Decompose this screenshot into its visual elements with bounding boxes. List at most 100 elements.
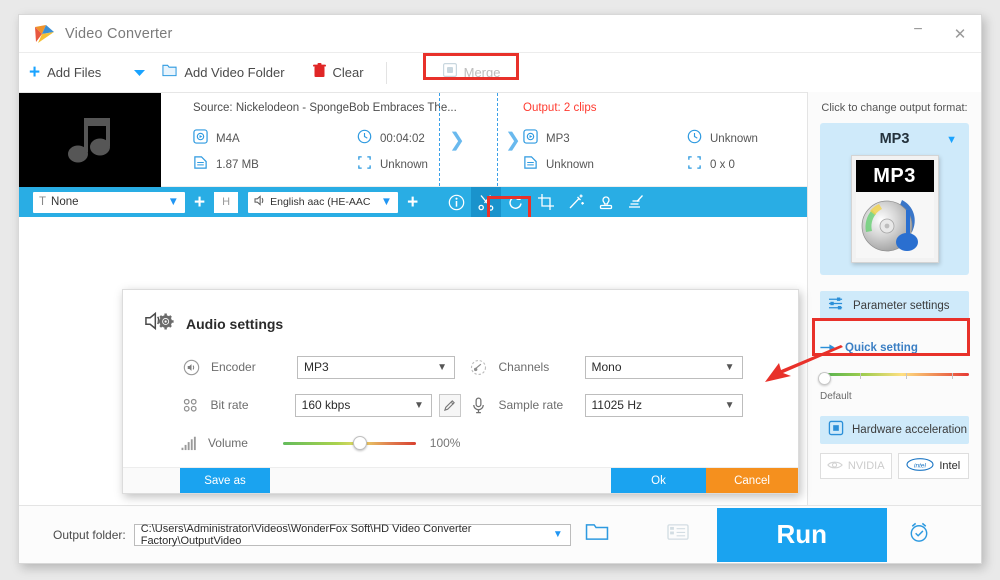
app-logo-icon	[33, 24, 55, 44]
scheduled-task-alarm-icon[interactable]	[907, 520, 931, 549]
output-format-hint: Click to change output format:	[821, 102, 968, 114]
open-folder-icon[interactable]	[585, 522, 609, 547]
dialog-right-column: Channels Mono ▼ Sample rate 11025 Hz ▼	[461, 352, 799, 466]
chevron-right-icon-1: ❯	[449, 130, 465, 151]
output-meta-grid: MP3 Unknown Unknown 0 x 0	[523, 126, 851, 178]
add-files-button[interactable]: + Add Files	[19, 53, 111, 93]
quick-setting-label: Quick setting	[845, 342, 918, 354]
chevron-down-icon[interactable]: ▼	[553, 529, 563, 540]
main-toolbar: + Add Files Add Video Folder Clear Merge	[19, 52, 981, 93]
format-thumbnail-label: MP3	[855, 160, 934, 192]
hardcode-subtitle-button[interactable]: H	[214, 191, 239, 213]
gpu-intel-button[interactable]: intel Intel	[897, 453, 969, 479]
svg-text:intel: intel	[914, 462, 926, 469]
clock-icon	[687, 129, 702, 149]
window-controls: − ✕	[897, 15, 981, 53]
output-folder-path: C:\Users\Administrator\Videos\WonderFox …	[140, 522, 472, 547]
watermark-stamp-icon[interactable]	[591, 187, 621, 217]
info-icon[interactable]	[441, 187, 471, 217]
cancel-button[interactable]: Cancel	[706, 468, 798, 493]
audio-settings-dialog: Audio settings Encoder MP3 ▼ Bit rate 16…	[122, 289, 799, 494]
volume-label: Volume	[207, 436, 248, 450]
channels-row: Channels Mono ▼	[467, 352, 799, 382]
effects-wand-icon[interactable]	[561, 187, 591, 217]
output-folder-input[interactable]: C:\Users\Administrator\Videos\WonderFox …	[133, 522, 571, 547]
subtitle-edit-icon[interactable]	[621, 187, 651, 217]
audio-track-select[interactable]: English aac (HE-AAC ▼	[248, 191, 399, 213]
add-audio-button[interactable]: +	[407, 193, 418, 212]
document-icon	[193, 155, 208, 175]
clear-label: Clear	[332, 65, 364, 80]
bitrate-select[interactable]: 160 kbps ▼	[294, 393, 432, 417]
gpu-nvidia-button[interactable]: NVIDIA	[820, 453, 892, 479]
speaker-icon	[254, 195, 267, 209]
clear-button[interactable]: Clear	[303, 53, 374, 93]
save-as-button[interactable]: Save as	[180, 468, 270, 493]
encoder-select[interactable]: MP3 ▼	[297, 355, 455, 379]
hardware-acceleration-button[interactable]: Hardware acceleration	[820, 416, 969, 444]
samplerate-select[interactable]: 11025 Hz ▼	[584, 393, 743, 417]
channels-select[interactable]: Mono ▼	[584, 355, 743, 379]
audio-settings-gear-icon	[145, 309, 175, 338]
volume-bars-icon	[179, 436, 200, 451]
run-button[interactable]: Run	[716, 507, 887, 562]
chevron-down-icon: ▼	[380, 196, 393, 208]
output-duration: Unknown	[710, 133, 758, 145]
ok-button[interactable]: Ok	[611, 468, 706, 493]
encoder-row: Encoder MP3 ▼	[179, 352, 461, 382]
samplerate-value: 11025 Hz	[591, 398, 642, 412]
subtitle-track-select[interactable]: T None ▼	[33, 191, 185, 213]
merge-label: Merge	[463, 65, 501, 80]
output-format-card[interactable]: MP3 ▼ MP3	[820, 123, 969, 275]
add-files-label: Add Files	[47, 65, 102, 80]
samplerate-label: Sample rate	[498, 398, 564, 412]
cd-music-icon	[855, 192, 934, 258]
title-bar: Video Converter − ✕	[19, 15, 981, 53]
trim-scissors-icon[interactable]	[471, 187, 502, 217]
app-window: Video Converter − ✕ + Add Files Add Vide…	[18, 14, 982, 564]
parameter-settings-label: Parameter settings	[853, 300, 950, 312]
source-duration: 00:04:02	[380, 133, 425, 145]
clock-icon	[357, 129, 372, 149]
minimize-button[interactable]: −	[897, 15, 939, 53]
trash-icon	[312, 62, 326, 83]
merge-icon	[442, 63, 457, 82]
dialog-body: Encoder MP3 ▼ Bit rate 160 kbps ▼ Volume…	[123, 338, 798, 466]
parameter-settings-button[interactable]: Parameter settings	[820, 291, 969, 321]
chevron-down-icon[interactable]: ▼	[946, 134, 957, 146]
bitrate-label: Bit rate	[210, 398, 249, 412]
output-format-panel: Click to change output format: MP3 ▼ MP3	[807, 92, 981, 505]
encoder-label: Encoder	[211, 360, 256, 374]
media-library-icon[interactable]	[667, 522, 689, 547]
add-subtitle-button[interactable]: +	[194, 193, 205, 212]
bottom-bar: Output folder: C:\Users\Administrator\Vi…	[19, 505, 981, 563]
add-video-folder-button[interactable]: Add Video Folder	[152, 53, 294, 93]
dashed-divider-right	[497, 93, 498, 186]
source-format: M4A	[216, 133, 240, 145]
subtitle-track-value: None	[51, 196, 79, 208]
bitrate-row: Bit rate 160 kbps ▼	[179, 390, 461, 420]
add-files-dropdown-chevron-down-icon[interactable]	[133, 64, 146, 82]
dialog-left-column: Encoder MP3 ▼ Bit rate 160 kbps ▼ Volume…	[123, 352, 461, 466]
rotate-icon[interactable]	[501, 187, 531, 217]
parameter-settings-annotation-arrow	[757, 345, 845, 390]
chevron-down-icon: ▼	[724, 399, 735, 411]
volume-slider-knob[interactable]	[353, 435, 368, 450]
volume-slider[interactable]	[283, 435, 416, 450]
output-format-cell: MP3	[523, 126, 687, 152]
hardware-acceleration-label: Hardware acceleration	[852, 424, 968, 436]
encoder-value: MP3	[304, 360, 329, 374]
output-size-cell: Unknown	[523, 152, 687, 178]
output-format: MP3	[546, 133, 570, 145]
subtitle-t-icon: T	[39, 196, 47, 208]
bitrate-edit-pencil-icon[interactable]	[438, 393, 461, 417]
crop-icon[interactable]	[531, 187, 561, 217]
source-size: 1.87 MB	[216, 159, 259, 171]
app-title: Video Converter	[65, 25, 173, 42]
close-button[interactable]: ✕	[939, 15, 981, 53]
gpu-nvidia-label: NVIDIA	[847, 460, 885, 472]
speaker-circle-icon	[179, 359, 203, 376]
merge-button[interactable]: Merge	[433, 53, 511, 93]
microphone-icon	[467, 397, 491, 414]
resolution-frame-icon	[357, 155, 372, 175]
